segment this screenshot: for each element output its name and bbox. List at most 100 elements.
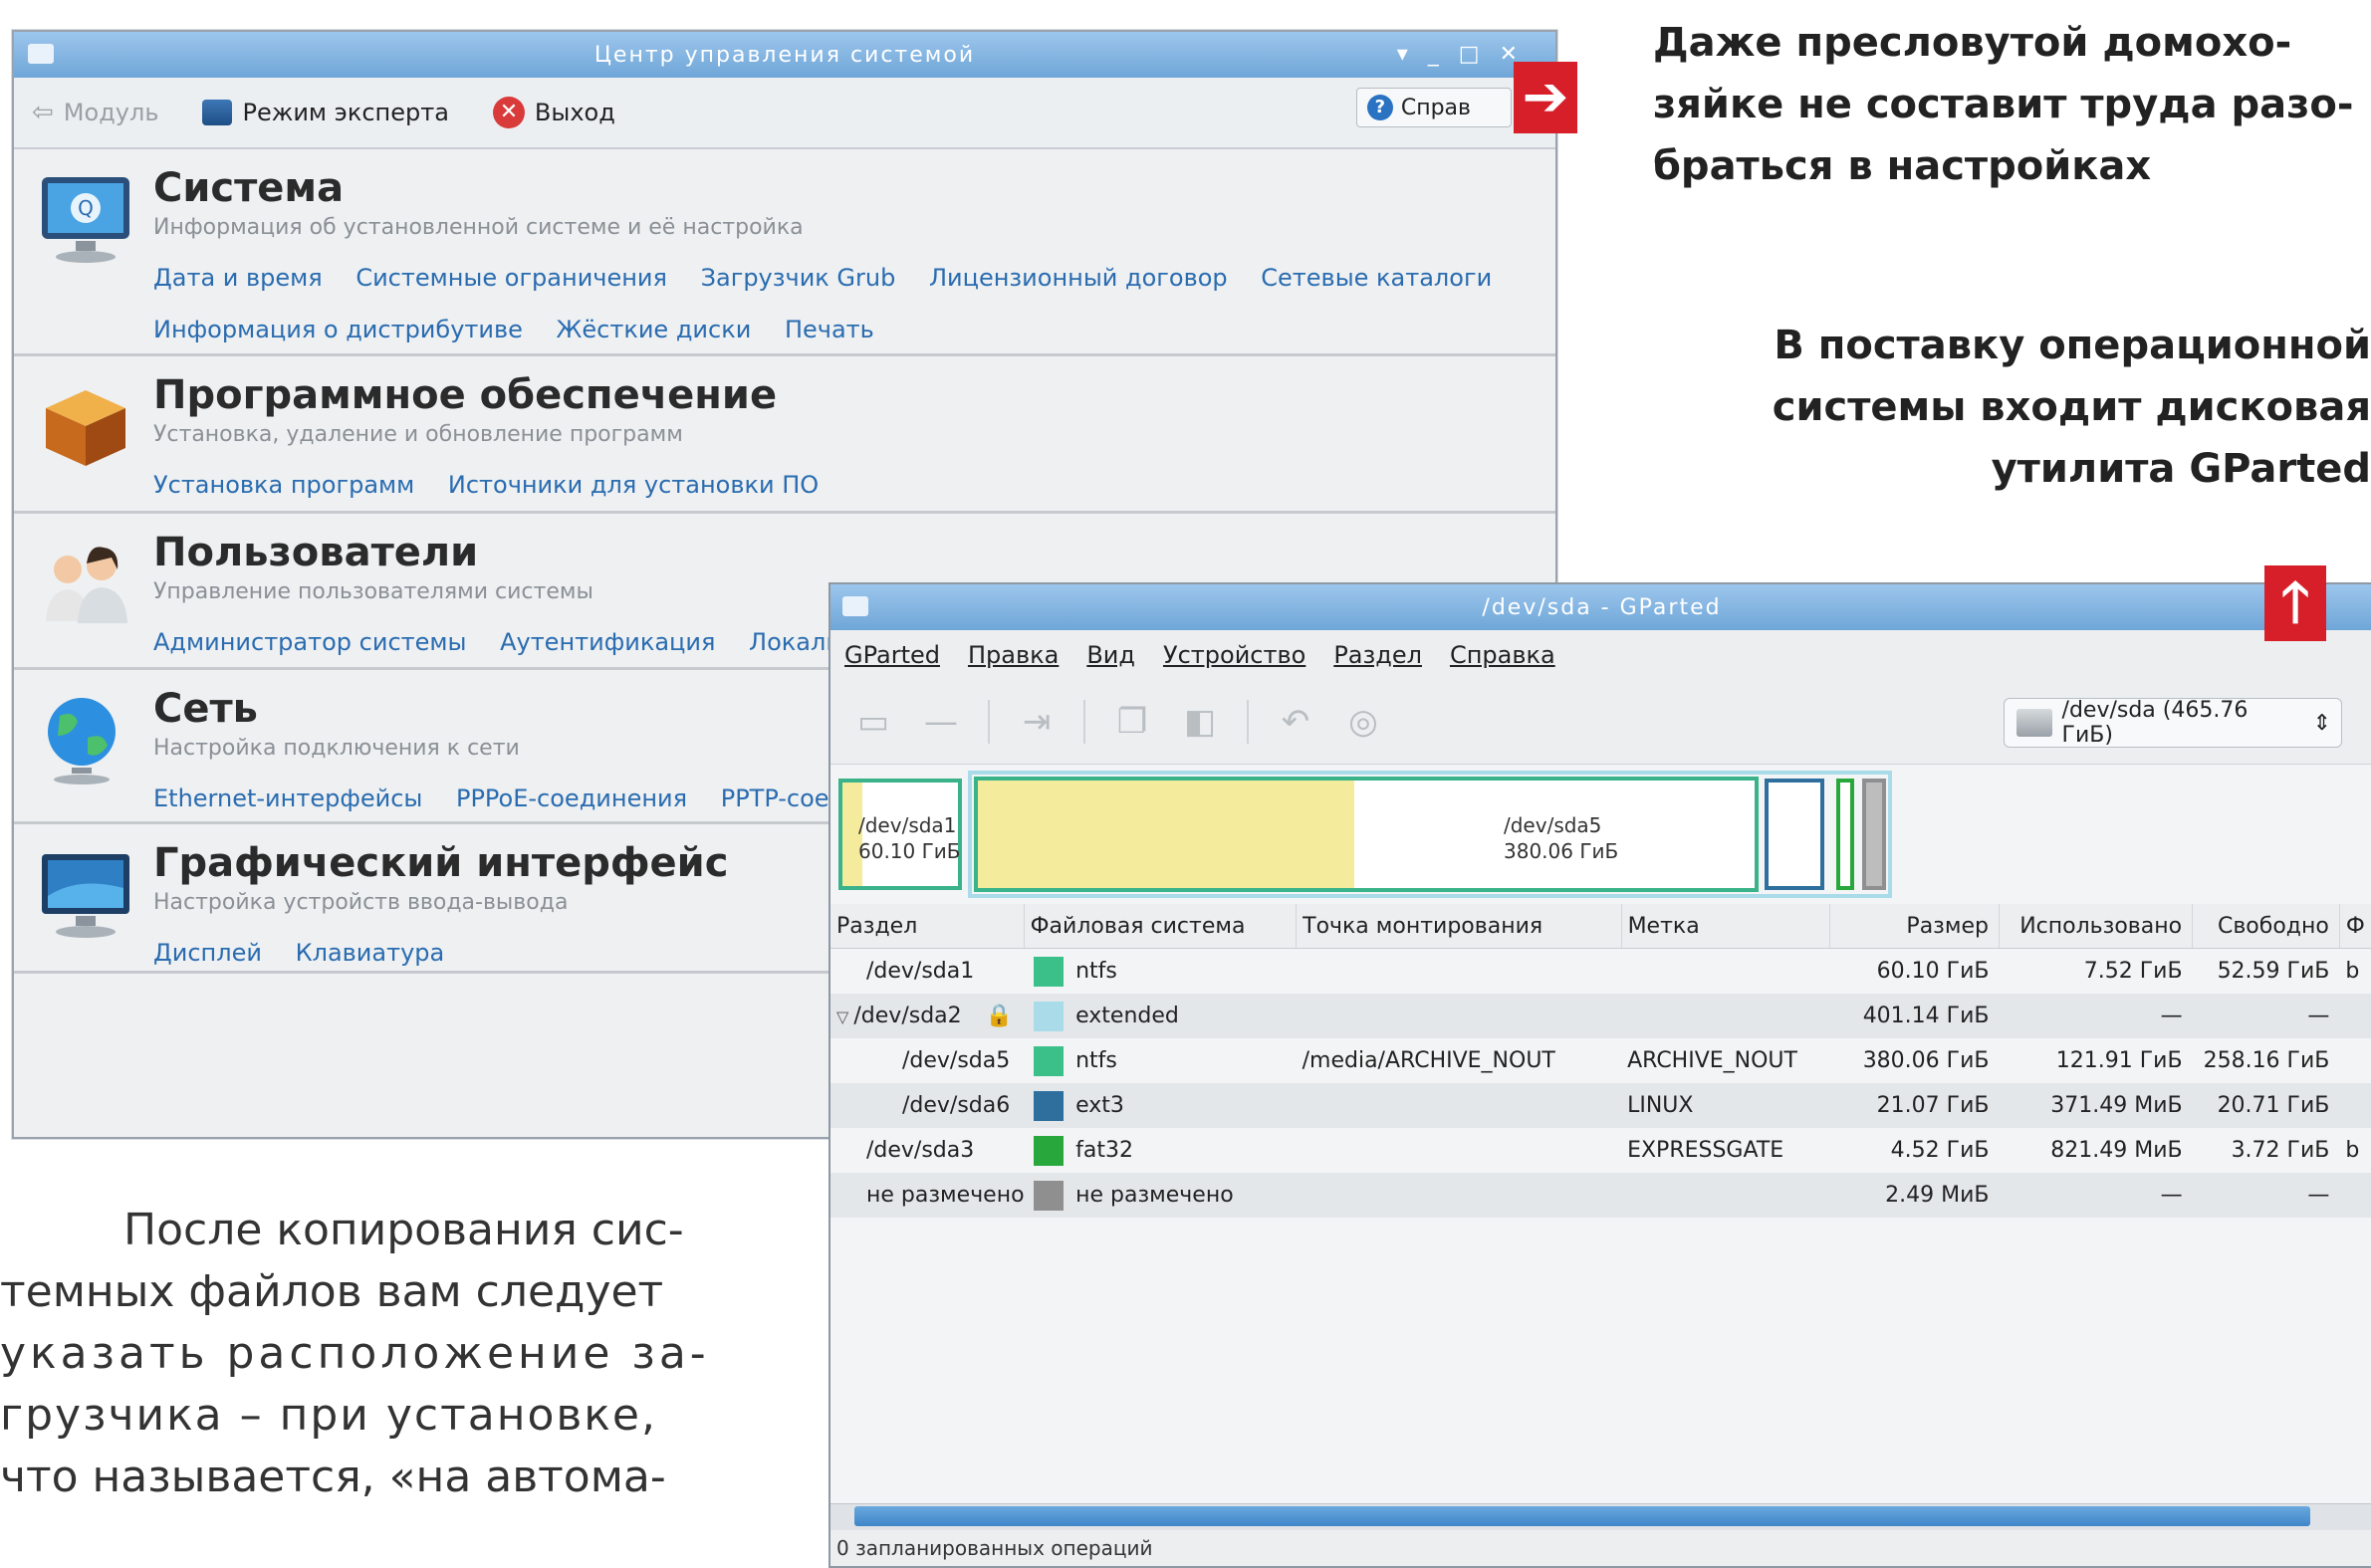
window-menu-icon[interactable] [28, 44, 54, 64]
col-free[interactable]: Свободно [2192, 904, 2340, 949]
map-sda5-label: /dev/sda5 380.06 ГиБ [1504, 813, 1619, 863]
category-links: Дата и время Системные ограничения Загру… [153, 252, 1555, 355]
expert-mode-button[interactable]: Режим эксперта [202, 99, 449, 126]
fs-color-swatch [1034, 1180, 1065, 1211]
category-software: Программное обеспечение Установка, удале… [14, 356, 1555, 514]
window-controls: ▾ _ □ ✕ [1397, 42, 1520, 67]
map-unallocated[interactable] [1862, 779, 1886, 890]
category-system: Q Система Информация об установленной си… [14, 149, 1555, 356]
link-distro-info[interactable]: Информация о дистрибутиве [153, 316, 523, 343]
resize-move-icon[interactable]: ⇥ [1016, 701, 1058, 743]
system-monitor-icon: Q [38, 171, 133, 267]
table-row[interactable]: /dev/sda6 ext3 LINUX 21.07 ГиБ 371.49 Ми… [830, 1083, 2371, 1128]
gp-title: /dev/sda - GParted [1482, 594, 1722, 620]
menu-view[interactable]: Вид [1086, 641, 1135, 669]
col-mountpoint[interactable]: Точка монтирования [1296, 904, 1622, 949]
menu-gparted[interactable]: GParted [844, 641, 940, 669]
apply-icon[interactable]: ◎ [1342, 701, 1384, 743]
col-flags[interactable]: Ф [2339, 904, 2371, 949]
menu-edit[interactable]: Правка [968, 641, 1059, 669]
fs-color-swatch [1034, 1090, 1065, 1121]
category-title: Система [153, 165, 345, 211]
link-install-sources[interactable]: Источники для установки ПО [448, 471, 819, 499]
link-grub[interactable]: Загрузчик Grub [701, 264, 896, 292]
link-pptp[interactable]: PPTP-сое [721, 784, 830, 812]
help-button[interactable]: ? Справ [1355, 88, 1512, 127]
menu-partition[interactable]: Раздел [1333, 641, 1422, 669]
new-partition-icon[interactable]: ▭ [852, 701, 894, 743]
link-locale[interactable]: Локаль [749, 628, 839, 656]
link-pppoe[interactable]: PPPoE-соединения [456, 784, 687, 812]
link-date-time[interactable]: Дата и время [153, 264, 323, 292]
link-license[interactable]: Лицензионный договор [929, 264, 1228, 292]
gp-titlebar: /dev/sda - GParted [830, 584, 2371, 630]
map-sda6[interactable] [1765, 779, 1824, 890]
category-title: Программное обеспечение [153, 372, 778, 418]
toolbar-separator [988, 700, 990, 744]
link-network-dirs[interactable]: Сетевые каталоги [1261, 264, 1492, 292]
col-label[interactable]: Метка [1621, 904, 1831, 949]
table-row[interactable]: /dev/sda5 ntfs /media/ARCHIVE_NOUT ARCHI… [830, 1038, 2371, 1083]
help-icon: ? [1366, 95, 1393, 120]
link-print[interactable]: Печать [785, 316, 874, 343]
partition-table: Раздел Файловая система Точка монтирован… [830, 904, 2371, 1218]
fs-color-swatch [1034, 956, 1065, 987]
caption-top: Даже пресловутой домохо- зяйке не состав… [1653, 20, 2354, 189]
map-sda1-label: /dev/sda1 60.10 ГиБ [858, 813, 961, 863]
link-sysadmin[interactable]: Администратор системы [153, 628, 466, 656]
paste-icon[interactable]: ◧ [1179, 701, 1221, 743]
copy-icon[interactable]: ❐ [1111, 701, 1153, 743]
users-icon [38, 536, 133, 631]
col-filesystem[interactable]: Файловая система [1024, 904, 1298, 949]
article-body-text: После копирования сис- темных файлов вам… [0, 1205, 710, 1502]
fs-color-swatch [1034, 1135, 1065, 1166]
window-menu-icon[interactable] [842, 596, 868, 616]
hard-disk-icon [2016, 709, 2052, 737]
map-sda5[interactable] [974, 777, 1759, 892]
col-partition[interactable]: Раздел [830, 904, 1025, 949]
table-row[interactable]: /dev/sda3 fat32 EXPRESSGATE 4.52 ГиБ 821… [830, 1128, 2371, 1173]
category-title: Пользователи [153, 530, 479, 575]
menu-device[interactable]: Устройство [1163, 641, 1305, 669]
exit-button[interactable]: ✕ Выход [492, 97, 615, 128]
table-row[interactable]: /dev/sda1 ntfs 60.10 ГиБ 7.52 ГиБ 52.59 … [830, 949, 2371, 995]
link-system-limits[interactable]: Системные ограничения [356, 264, 667, 292]
module-button[interactable]: ⇦ Модуль [32, 98, 158, 127]
table-row[interactable]: не размечено не размечено 2.49 МиБ — — [830, 1173, 2371, 1218]
svg-text:Q: Q [78, 196, 94, 220]
toolbar-separator [1083, 700, 1085, 744]
delete-partition-icon[interactable]: — [920, 701, 962, 743]
shade-icon[interactable]: _ [1428, 42, 1441, 67]
arrow-up-icon: 🡑 [2264, 565, 2326, 641]
monitor-icon [202, 100, 233, 125]
device-selector[interactable]: /dev/sda (465.76 ГиБ) ⇕ [2004, 698, 2342, 748]
col-used[interactable]: Использовано [1999, 904, 2194, 949]
map-sda3[interactable] [1836, 779, 1854, 890]
gp-menubar: GParted Правка Вид Устройство Раздел Спр… [830, 630, 2371, 680]
cc-toolbar: ⇦ Модуль Режим эксперта ✕ Выход [14, 78, 1555, 149]
minimize-icon[interactable]: ▾ [1397, 42, 1410, 67]
category-desc: Установка, удаление и обновление програм… [153, 422, 683, 447]
link-hard-disks[interactable]: Жёсткие диски [557, 316, 752, 343]
maximize-icon[interactable]: □ [1459, 42, 1482, 67]
link-install-programs[interactable]: Установка программ [153, 471, 414, 499]
gparted-window: /dev/sda - GParted GParted Правка Вид Ус… [829, 582, 2371, 1568]
link-display[interactable]: Дисплей [153, 939, 262, 967]
link-auth[interactable]: Аутентификация [500, 628, 715, 656]
back-arrow-icon: ⇦ [32, 98, 54, 127]
scrollbar-thumb[interactable] [854, 1506, 2310, 1526]
cc-title: Центр управления системой [593, 42, 976, 68]
menu-help[interactable]: Справка [1450, 641, 1555, 669]
expander-icon[interactable]: ▽ [836, 1008, 853, 1026]
link-keyboard[interactable]: Клавиатура [296, 939, 445, 967]
undo-icon[interactable]: ↶ [1275, 701, 1316, 743]
col-size[interactable]: Размер [1829, 904, 2000, 949]
horizontal-scrollbar[interactable] [830, 1503, 2371, 1530]
fs-color-swatch [1034, 1045, 1065, 1076]
table-row[interactable]: ▽ /dev/sda2 🔒 extended 401.14 ГиБ — — [830, 994, 2371, 1038]
gp-toolbar: ▭ — ⇥ ❐ ◧ ↶ ◎ /dev/sda (465.76 ГиБ) ⇕ [830, 680, 2371, 765]
link-ethernet[interactable]: Ethernet-интерфейсы [153, 784, 422, 812]
globe-icon [38, 692, 133, 787]
spinner-arrows-icon: ⇕ [2312, 710, 2331, 736]
status-bar: 0 запланированных операций [830, 1530, 2371, 1566]
